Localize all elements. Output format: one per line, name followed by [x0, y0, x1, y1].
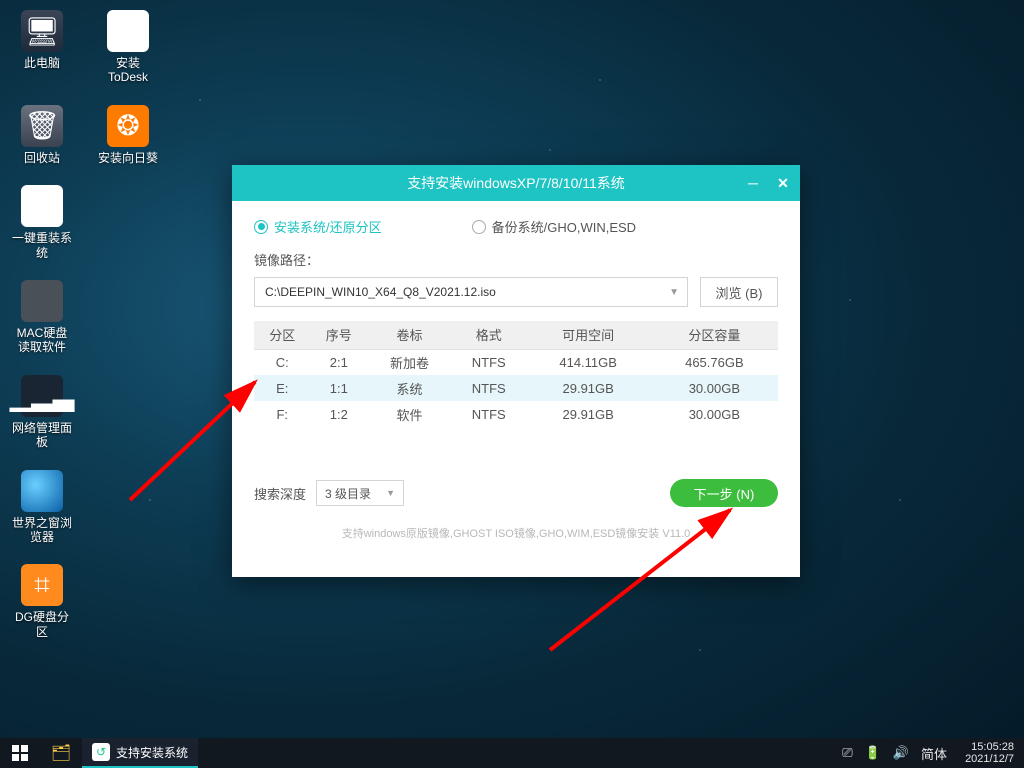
next-button[interactable]: 下一步 (N) [670, 479, 778, 507]
desktop-icon-one-key-reinstall[interactable]: ↺一键重装系统 [12, 185, 72, 260]
desktop-icon-sunlogin[interactable]: ❂安装向日葵 [98, 105, 158, 165]
col-partition[interactable]: 分区 [254, 321, 311, 349]
desktop-icon-world-browser[interactable]: 世界之窗浏览器 [12, 470, 72, 545]
close-button[interactable]: ✕ [774, 174, 792, 192]
taskbar-explorer[interactable]: 🗂 [40, 738, 82, 768]
tab-install-restore[interactable]: 安装系统/还原分区 [254, 217, 382, 236]
system-tray: ⎚ 🔋 🔊 简体 15:05:28 2021/12/7 [842, 738, 1024, 768]
partition-icon: ⌗ [21, 564, 63, 606]
image-path-combo[interactable]: C:\DEEPIN_WIN10_X64_Q8_V2021.12.iso ▼ [254, 277, 688, 307]
desktop-icon-mac-disk[interactable]: MAC硬盘读取软件 [12, 280, 72, 355]
window-title: 支持安装windowsXP/7/8/10/11系统 [407, 173, 625, 193]
table-row[interactable]: F:1:2软件NTFS29.91GB30.00GB [254, 401, 778, 427]
desktop-icon-dg-partition[interactable]: ⌗DG硬盘分区 [12, 564, 72, 639]
hint-text: 支持windows原版镜像,GHOST ISO镜像,GHO,WIM,ESD镜像安… [254, 525, 778, 541]
tray-network-icon[interactable]: ⎚ [842, 745, 852, 761]
tray-ime[interactable]: 简体 [921, 744, 947, 763]
col-capacity[interactable]: 分区容量 [651, 321, 778, 349]
titlebar[interactable]: 支持安装windowsXP/7/8/10/11系统 ─ ✕ [232, 165, 800, 201]
taskbar-app-installer[interactable]: ↺支持安装系统 [82, 738, 198, 768]
reinstall-icon: ↺ [21, 185, 63, 227]
partition-table: 分区 序号 卷标 格式 可用空间 分区容量 C:2:1新加卷NTFS414.11… [254, 321, 778, 427]
tray-battery-icon[interactable]: 🔋 [865, 745, 881, 761]
apple-icon [21, 280, 63, 322]
search-depth-label: 搜索深度 [254, 484, 306, 503]
network-chart-icon: ▁▂▃ [21, 375, 63, 417]
globe-icon [21, 470, 63, 512]
app-icon: ↺ [92, 743, 110, 761]
table-row[interactable]: C:2:1新加卷NTFS414.11GB465.76GB [254, 349, 778, 375]
radio-on-icon [254, 220, 268, 234]
todesk-icon: ◧ [107, 10, 149, 52]
desktop-icon-todesk[interactable]: ◧安装ToDesk [98, 10, 158, 85]
windows-icon [12, 745, 28, 761]
search-depth-combo[interactable]: 3 级目录▼ [316, 480, 404, 506]
chevron-down-icon: ▼ [669, 287, 679, 298]
start-button[interactable] [0, 738, 40, 768]
sunflower-icon: ❂ [107, 105, 149, 147]
browse-button[interactable]: 浏览 (B) [700, 277, 778, 307]
desktop-icon-this-pc[interactable]: 🖥此电脑 [12, 10, 72, 85]
tab-backup[interactable]: 备份系统/GHO,WIN,ESD [472, 217, 636, 236]
radio-off-icon [472, 220, 486, 234]
col-volume[interactable]: 卷标 [367, 321, 452, 349]
col-ordinal[interactable]: 序号 [311, 321, 368, 349]
image-path-label: 镜像路径： [254, 250, 778, 269]
tray-volume-icon[interactable]: 🔊 [893, 745, 909, 761]
monitor-icon: 🖥 [21, 10, 63, 52]
table-row[interactable]: E:1:1系统NTFS29.91GB30.00GB [254, 375, 778, 401]
col-format[interactable]: 格式 [452, 321, 526, 349]
installer-window: 支持安装windowsXP/7/8/10/11系统 ─ ✕ 安装系统/还原分区 … [232, 165, 800, 577]
minimize-button[interactable]: ─ [744, 174, 762, 192]
desktop-icon-recycle-bin[interactable]: 🗑回收站 [12, 105, 72, 165]
desktop-icon-net-panel[interactable]: ▁▂▃网络管理面板 [12, 375, 72, 450]
desktop: 🖥此电脑 ◧安装ToDesk 🗑回收站 ❂安装向日葵 ↺一键重装系统 MAC硬盘… [0, 0, 170, 649]
taskbar: 🗂 ↺支持安装系统 ⎚ 🔋 🔊 简体 15:05:28 2021/12/7 [0, 738, 1024, 768]
col-free[interactable]: 可用空间 [526, 321, 651, 349]
trash-icon: 🗑 [21, 105, 63, 147]
tray-clock[interactable]: 15:05:28 2021/12/7 [959, 741, 1014, 765]
chevron-down-icon: ▼ [386, 488, 395, 498]
image-path-value: C:\DEEPIN_WIN10_X64_Q8_V2021.12.iso [265, 285, 496, 299]
